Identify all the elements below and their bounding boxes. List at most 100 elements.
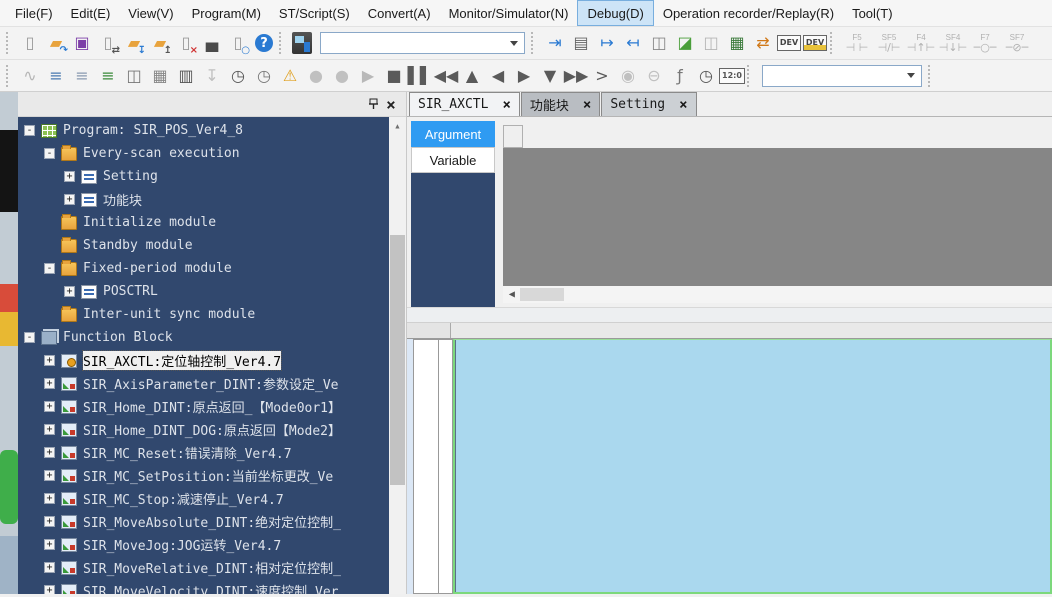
variable-list-icon[interactable]: ≡ [70,64,94,88]
folder-import-icon[interactable]: ▰ ↧ [122,31,146,55]
file-delete-icon[interactable]: ▯ × [174,31,198,55]
online-edit-icon[interactable]: ƒ [668,64,692,88]
editor-combo[interactable] [762,65,922,87]
tree-item[interactable]: + SIR_MoveVelocity_DINT:速度控制_Ver [18,579,389,594]
help-icon[interactable]: ? [252,31,276,55]
sf4-fall-contact-icon[interactable]: SF4 ⊣↓⊢ [938,30,968,56]
scroll-up-icon[interactable] [389,117,406,134]
tree-item[interactable]: Initialize module [18,211,389,234]
tree-expander[interactable]: + [44,539,55,550]
document-tab[interactable]: SIR_AXCTL [409,92,520,116]
continue-icon[interactable]: ◉ [616,64,640,88]
step-up-icon[interactable]: ▲ [460,64,484,88]
read-from-plc-icon[interactable]: ↤ [621,31,645,55]
tree-item[interactable]: + POSCTRL [18,280,389,303]
tree-scrollbar-thumb[interactable] [390,235,405,485]
tree-item[interactable]: + SIR_AxisParameter_DINT:参数设定_Ve [18,372,389,395]
tab-close-icon[interactable] [583,97,591,113]
play-icon[interactable]: ▶ [356,64,380,88]
document-tab[interactable]: 功能块 [521,92,600,116]
tree-expander[interactable]: - [24,125,35,136]
folder-lock-icon[interactable]: ▰ ↥ [148,31,172,55]
tree-expander[interactable]: + [44,424,55,435]
tree-expander[interactable]: + [64,286,75,297]
f7-coil-icon[interactable]: F7 ─○─ [970,30,1000,56]
tree-expander[interactable]: + [44,447,55,458]
menu-item[interactable]: Convert(A) [359,0,440,26]
clock-icon[interactable]: 12:0 [720,64,744,88]
open-project-icon[interactable]: ▰ ↷ [44,31,68,55]
close-icon[interactable] [382,95,400,113]
side-tab[interactable]: Variable [411,147,495,173]
tree-expander[interactable]: + [44,401,55,412]
tree-expander[interactable]: + [44,585,55,594]
record-icon[interactable]: ● [304,64,328,88]
tree-item[interactable]: + SIR_MoveRelative_DINT:相对定位控制_ [18,556,389,579]
pc-download-icon[interactable]: ⇥ [543,31,567,55]
step-prev-icon[interactable]: ◀ [486,64,510,88]
pin-icon[interactable] [364,95,382,113]
plc-usb-icon[interactable] [292,32,312,54]
device-window-icon[interactable]: DEV [777,31,801,55]
script-chart-icon[interactable]: ◷ [252,64,276,88]
tree-item[interactable]: + SIR_MC_SetPosition:当前坐标更改_Ve [18,464,389,487]
menu-item[interactable]: Monitor/Simulator(N) [440,0,578,26]
save-icon[interactable]: ▣ [70,31,94,55]
tree-item[interactable]: - Every-scan execution [18,142,389,165]
monitor-edit-icon[interactable]: ◪ [673,31,697,55]
tree-expander[interactable]: - [24,332,35,343]
tree-expander[interactable]: - [44,263,55,274]
tree-item[interactable]: + SIR_MoveJog:JOG运转_Ver4.7 [18,533,389,556]
menu-item[interactable]: Edit(E) [62,0,120,26]
save-convert-icon[interactable]: ▯ ⇄ [96,31,120,55]
tree-scrollbar[interactable] [389,117,406,594]
connection-combo[interactable] [320,32,525,54]
hscrollbar-thumb[interactable] [520,288,564,301]
step-first-icon[interactable]: ◀◀ [434,64,458,88]
tree-expander[interactable]: + [64,194,75,205]
tree-expander[interactable]: + [44,493,55,504]
tree-item[interactable]: Inter-unit sync module [18,303,389,326]
tree-item[interactable]: Standby module [18,234,389,257]
monitor-alert-icon[interactable]: ⚠ [278,64,302,88]
menu-item[interactable]: Operation recorder/Replay(R) [654,0,843,26]
document-tab[interactable]: Setting [601,92,696,116]
simulator-icon[interactable]: ▦ [725,31,749,55]
new-file-icon[interactable]: ▯ [18,31,42,55]
menu-item[interactable]: ST/Script(S) [270,0,359,26]
f5-open-contact-icon[interactable]: F5 ⊣ ⊢ [842,30,872,56]
tree-item[interactable]: + SIR_Home_DINT:原点返回_【Mode0or1】 [18,395,389,418]
tab-close-icon[interactable] [502,97,510,113]
tree-expander[interactable]: + [64,171,75,182]
tree-item[interactable]: + Setting [18,165,389,188]
tree-item[interactable]: + SIR_Home_DINT_DOG:原点返回【Mode2】 [18,418,389,441]
stopwatch-icon[interactable]: ◷ [694,64,718,88]
rung-comment-block[interactable] [453,339,1052,594]
device-monitor-icon[interactable]: ▥ [174,64,198,88]
pane-splitter[interactable] [407,307,1052,323]
record-pause-icon[interactable]: ● [330,64,354,88]
instruction-list-icon[interactable]: ≡ [44,64,68,88]
tree-expander[interactable]: + [44,470,55,481]
print-icon[interactable]: ▄ [200,31,224,55]
edit-list-icon[interactable]: ≡ [96,64,120,88]
sf5-closed-contact-icon[interactable]: SF5 ⊣/⊢ [874,30,904,56]
tree-expander[interactable]: + [44,355,55,366]
scroll-left-icon[interactable] [503,286,520,303]
sync-transfer-icon[interactable]: ⇄ [751,31,775,55]
table-hscrollbar[interactable] [503,286,1052,303]
wire-tool-icon[interactable]: ∿ [18,64,42,88]
step-down-icon[interactable]: ▼ [538,64,562,88]
tree-item[interactable]: - Function Block [18,326,389,349]
pause-hand-icon[interactable]: ⊖ [642,64,666,88]
rung-number[interactable] [413,339,439,594]
tree-item[interactable]: + SIR_MC_Stop:减速停止_Ver4.7 [18,487,389,510]
tree-item[interactable]: + SIR_MC_Reset:错误清除_Ver4.7 [18,441,389,464]
window-view-icon[interactable]: ◫ [122,64,146,88]
pause-icon[interactable]: ▌▌ [408,64,432,88]
tree-item[interactable]: + SIR_AXCTL:定位轴控制_Ver4.7 [18,349,389,372]
menu-item[interactable]: Program(M) [183,0,270,26]
menu-item[interactable]: View(V) [119,0,182,26]
tree-expander[interactable]: + [44,378,55,389]
step-over-icon[interactable]: > [590,64,614,88]
